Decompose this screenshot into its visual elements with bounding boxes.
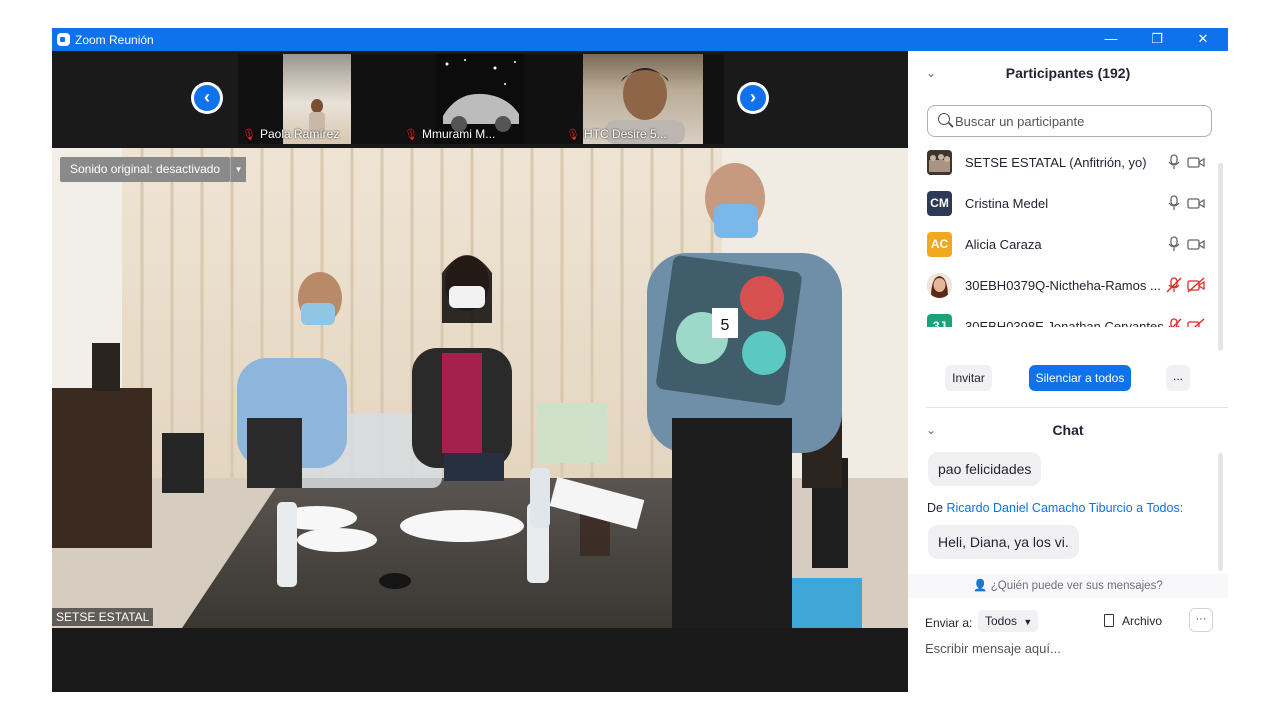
participant-list: SETSE ESTATAL (Anfitrión, yo) CM Cristin…	[908, 145, 1218, 327]
chat-message-input[interactable]	[925, 637, 1215, 659]
participant-name: 30EBH0398E Jonathan Cervantes	[965, 319, 1164, 327]
more-options-button[interactable]: ...	[1166, 365, 1190, 391]
to-prefix: a	[1136, 501, 1144, 515]
participant-search[interactable]	[927, 105, 1212, 137]
side-panel: ⌄ Participantes (192) SETSE ESTATAL (Anf…	[908, 51, 1228, 692]
divider	[926, 407, 1228, 408]
chevron-right-icon: ›	[740, 85, 766, 111]
participants-header: ⌄ Participantes (192)	[908, 53, 1228, 93]
window-title: Zoom Reunión	[75, 33, 154, 47]
recipient-select-value: Todos	[985, 614, 1018, 628]
speaker-name-label: SETSE ESTATAL	[52, 608, 154, 626]
chat-sender-line: De Ricardo Daniel Camacho Tiburcio a Tod…	[927, 501, 1183, 515]
participants-title: Participantes (192)	[1005, 65, 1131, 81]
chevron-down-icon: ▼	[1023, 617, 1033, 627]
from-prefix: De	[927, 501, 943, 515]
zoom-window: Zoom Reunión — ❐ ✕ ‹ 🎙 Paola Ramírez 🎙 Mmu…	[52, 28, 1228, 692]
chevron-down-icon[interactable]: ▼	[230, 157, 246, 182]
avatar	[927, 150, 952, 175]
camera-off-icon[interactable]	[1186, 277, 1206, 293]
mic-icon[interactable]	[1164, 195, 1184, 211]
thumbnail-name: 🎙 HTC Desire 5...	[566, 127, 667, 141]
chevron-left-icon: ‹	[194, 85, 220, 111]
chat-message: pao felicidades	[928, 452, 1042, 486]
file-button-label: Archivo	[1122, 614, 1163, 628]
participant-row[interactable]: SETSE ESTATAL (Anfitrión, yo)	[908, 145, 1218, 186]
avatar: AC	[927, 232, 952, 257]
camera-icon[interactable]	[1186, 236, 1206, 252]
mic-muted-icon: 🎙	[242, 129, 256, 141]
participant-name: SETSE ESTATAL (Anfitrión, yo)	[965, 155, 1147, 170]
participant-row[interactable]: AC Alicia Caraza	[908, 227, 1218, 268]
participant-row[interactable]: CM Cristina Medel	[908, 186, 1218, 227]
send-to-row: Enviar a: Todos ▼ Archivo ···	[908, 606, 1228, 636]
close-button[interactable]: ✕	[1180, 28, 1226, 51]
participant-name: 30EBH0379Q-Nictheha-Ramos ...	[965, 278, 1161, 293]
mic-icon[interactable]	[1164, 154, 1184, 170]
avatar-photo	[927, 150, 952, 175]
mic-icon[interactable]	[1164, 236, 1184, 252]
mic-muted-icon[interactable]	[1164, 277, 1184, 293]
people-icon: 👤	[973, 580, 991, 592]
video-thumbnail[interactable]: 🎙 Mmurami M...	[400, 54, 562, 144]
chat-message: Heli, Diana, ya los vi.	[928, 525, 1079, 559]
collapse-chevron-icon[interactable]: ⌄	[926, 410, 936, 450]
recipient-select[interactable]: Todos ▼	[978, 610, 1038, 632]
avatar	[927, 273, 952, 298]
video-stage: ‹ 🎙 Paola Ramírez 🎙 Mmurami M... 🎙 HTC D…	[52, 51, 908, 692]
restore-button[interactable]: ❐	[1134, 28, 1180, 51]
recipient-name: Todos:	[1146, 501, 1184, 515]
room-scene: 5	[52, 148, 908, 628]
mic-muted-icon: 🎙	[404, 129, 418, 141]
gallery-next-button[interactable]: ›	[737, 82, 769, 114]
thumbnail-name-text: Mmurami M...	[421, 127, 496, 141]
original-sound-toggle[interactable]: Sonido original: desactivado	[60, 157, 231, 182]
sender-name[interactable]: Ricardo Daniel Camacho Tiburcio	[946, 501, 1132, 515]
video-thumbnail[interactable]: 🎙 Paola Ramírez	[238, 54, 400, 144]
participant-row[interactable]: 30EBH0379Q-Nictheha-Ramos ...	[908, 268, 1218, 309]
who-can-see-text: ¿Quién puede ver sus mensajes?	[990, 580, 1163, 592]
thumbnail-name-text: HTC Desire 5...	[583, 127, 667, 141]
file-button[interactable]: Archivo	[1104, 610, 1162, 632]
who-can-see-link[interactable]: 👤 ¿Quién puede ver sus mensajes?	[908, 574, 1228, 598]
participant-scrollbar[interactable]	[1218, 163, 1223, 351]
video-thumbnail[interactable]: 🎙 HTC Desire 5...	[562, 54, 724, 144]
collapse-chevron-icon[interactable]: ⌄	[926, 53, 936, 93]
avatar-photo	[927, 273, 952, 298]
main-video: 5 Sonido original: desactivado ▼ SETSE E…	[52, 148, 908, 628]
thumbnail-name: 🎙 Mmurami M...	[404, 127, 495, 141]
thumbnail-name: 🎙 Paola Ramírez	[242, 127, 339, 141]
chat-options-button[interactable]: ···	[1189, 608, 1213, 632]
avatar: CM	[927, 191, 952, 216]
send-to-label: Enviar a:	[925, 616, 973, 630]
file-icon	[1104, 614, 1114, 627]
zoom-logo-icon	[57, 33, 70, 46]
camera-off-icon[interactable]	[1186, 318, 1206, 327]
minimize-button[interactable]: —	[1088, 28, 1134, 51]
thumbnail-name-text: Paola Ramírez	[259, 127, 340, 141]
search-icon	[938, 113, 950, 125]
participant-row[interactable]: 3J 30EBH0398E Jonathan Cervantes	[908, 309, 1218, 327]
chat-header: ⌄ Chat	[908, 410, 1228, 450]
mic-muted-icon: 🎙	[566, 129, 580, 141]
camera-icon[interactable]	[1186, 195, 1206, 211]
avatar: 3J	[927, 314, 952, 327]
camera-icon[interactable]	[1186, 154, 1206, 170]
chat-title: Chat	[1052, 422, 1084, 438]
mic-muted-icon[interactable]	[1164, 318, 1184, 327]
participant-search-input[interactable]	[955, 112, 1205, 130]
participant-name: Cristina Medel	[965, 196, 1049, 211]
chat-scrollbar[interactable]	[1218, 453, 1223, 571]
card-number: 5	[721, 317, 730, 334]
participant-name: Alicia Caraza	[965, 237, 1042, 252]
title-bar: Zoom Reunión — ❐ ✕	[52, 28, 1228, 51]
mute-all-button[interactable]: Silenciar a todos	[1029, 365, 1131, 391]
gallery-prev-button[interactable]: ‹	[191, 82, 223, 114]
invite-button[interactable]: Invitar	[945, 365, 992, 391]
